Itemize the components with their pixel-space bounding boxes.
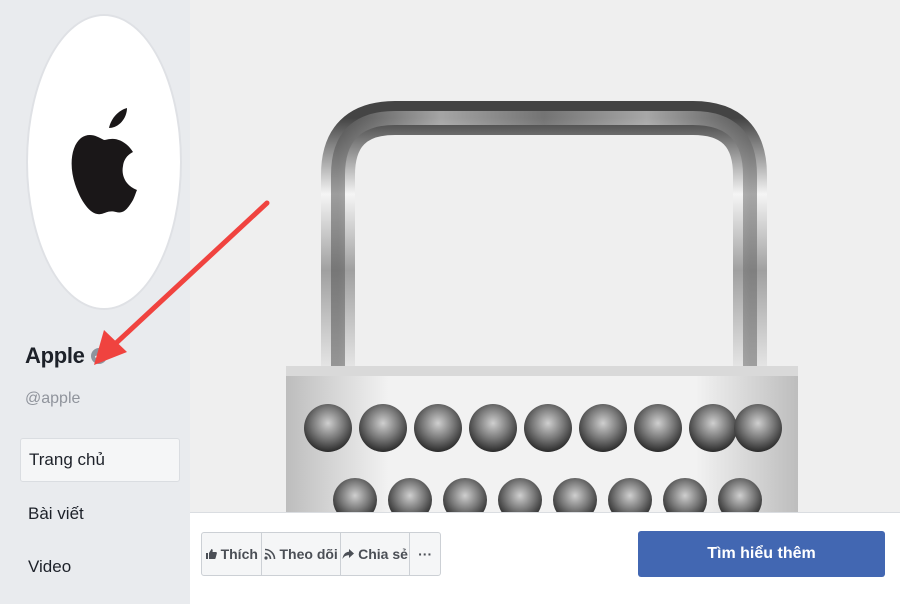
profile-picture[interactable] — [26, 14, 182, 310]
page-title-row: Apple — [25, 343, 107, 369]
verified-badge-icon — [90, 348, 107, 364]
page-action-bar: Thích Theo dõi Chia sẻ ··· Tìm hiểu thêm — [190, 512, 900, 604]
sidebar-item-posts[interactable]: Bài viết — [20, 492, 180, 536]
share-button[interactable]: Chia sẻ — [341, 533, 411, 575]
more-options-button[interactable]: ··· — [410, 533, 440, 575]
rss-icon — [263, 548, 275, 560]
follow-button[interactable]: Theo dõi — [262, 533, 341, 575]
sidebar-item-videos[interactable]: Video — [20, 545, 180, 589]
like-button[interactable]: Thích — [202, 533, 262, 575]
apple-logo-icon — [71, 108, 137, 215]
thumbs-up-icon — [205, 549, 217, 559]
learn-more-button[interactable]: Tìm hiểu thêm — [638, 531, 885, 577]
page-action-buttons: Thích Theo dõi Chia sẻ ··· — [201, 532, 441, 576]
page-handle: @apple — [25, 390, 81, 407]
cover-photo[interactable] — [190, 0, 900, 512]
mac-pro-illustration — [286, 101, 798, 512]
sidebar-item-home[interactable]: Trang chủ — [20, 438, 180, 482]
more-dots-icon: ··· — [418, 546, 433, 562]
share-label: Chia sẻ — [358, 546, 408, 562]
follow-label: Theo dõi — [279, 546, 338, 562]
like-label: Thích — [220, 546, 258, 562]
share-arrow-icon — [342, 549, 355, 559]
page-title[interactable]: Apple — [25, 343, 85, 369]
page-sidebar: Apple @apple Trang chủ Bài viết Video — [0, 0, 190, 603]
